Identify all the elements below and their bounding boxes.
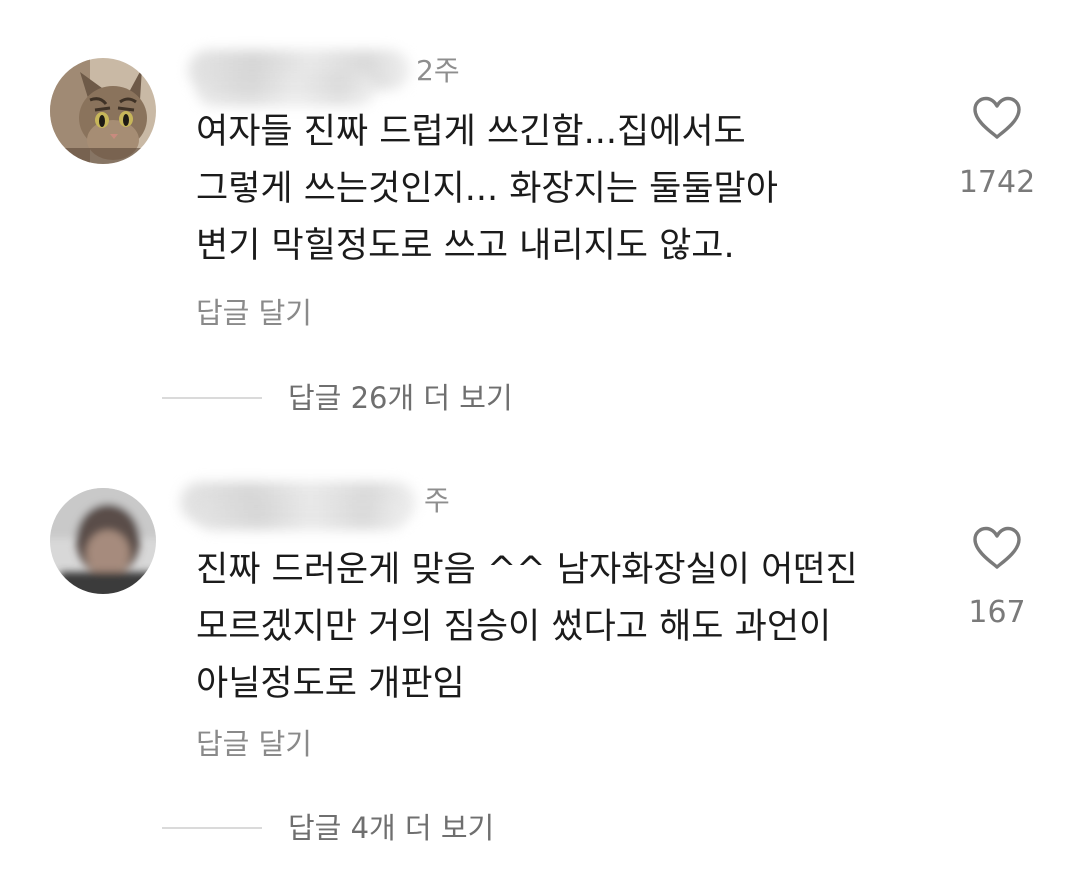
- username-blurred: [196, 72, 376, 106]
- comment-text: 여자들 진짜 드럽게 쓰긴함...집에서도 그렇게 쓰는것인지... 화장지는 …: [196, 112, 778, 266]
- comment-time: 2주: [416, 54, 460, 87]
- avatar[interactable]: [50, 58, 156, 164]
- avatar[interactable]: [50, 488, 156, 594]
- view-more-replies-label: 답글 4개 더 보기: [288, 811, 495, 845]
- comment-list: 2주 여자들 진짜 드럽게 쓰긴함...집에서도 그렇게 쓰는것인지... 화장…: [0, 0, 1080, 874]
- comment-text: 진짜 드러운게 맞음 ^^ 남자화장실이 어떤진 모르겠지만 거의 짐승이 썼다…: [196, 550, 858, 704]
- divider-line: [162, 397, 262, 399]
- view-more-replies-label: 답글 26개 더 보기: [288, 381, 513, 415]
- reply-button[interactable]: 답글 달기: [196, 295, 312, 331]
- view-more-replies-button[interactable]: 답글 26개 더 보기: [162, 380, 513, 416]
- view-more-replies-button[interactable]: 답글 4개 더 보기: [162, 810, 494, 846]
- heart-icon: [973, 96, 1021, 139]
- divider-line: [162, 827, 262, 829]
- username-blurred: [196, 500, 406, 530]
- like-button[interactable]: 167: [952, 526, 1042, 630]
- like-button[interactable]: 1742: [952, 96, 1042, 200]
- blurred-person-avatar-icon: [50, 488, 156, 594]
- like-count: 1742: [958, 165, 1036, 200]
- like-count: 167: [968, 595, 1026, 630]
- heart-icon: [973, 526, 1021, 569]
- cat-avatar-icon: [50, 58, 156, 164]
- reply-button[interactable]: 답글 달기: [196, 726, 312, 762]
- comment-time: 주: [424, 484, 450, 517]
